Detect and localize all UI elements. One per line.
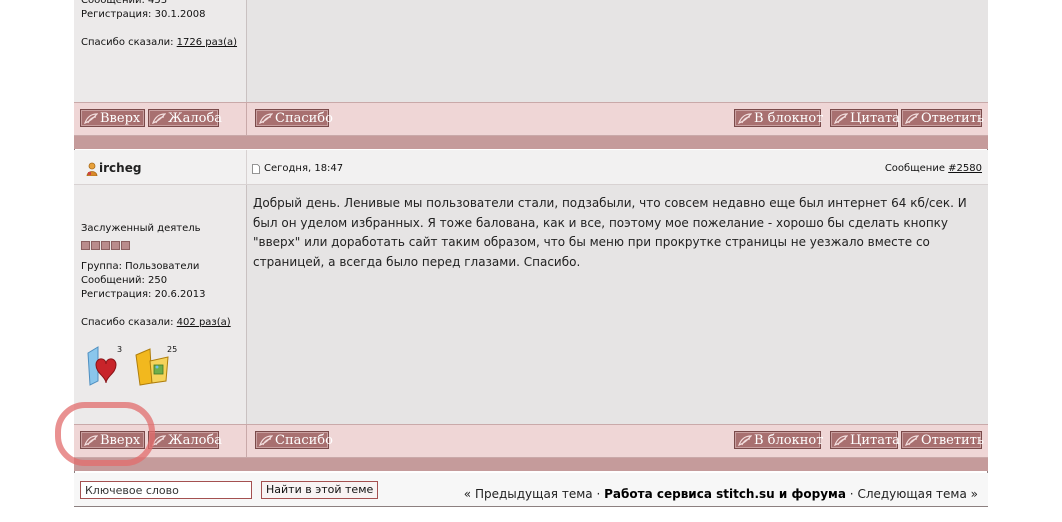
notebook-button-label: В блокнот — [754, 111, 824, 126]
leaf-icon — [905, 113, 919, 124]
complaint-button[interactable]: Жалоба — [148, 431, 223, 449]
up-button-label: Вверх — [100, 111, 141, 126]
post2-username[interactable]: ircheg — [99, 161, 141, 175]
header-separator — [246, 150, 247, 184]
complaint-button[interactable]: Жалоба — [148, 109, 223, 127]
notebook-button[interactable]: В блокнот — [734, 109, 824, 127]
nav-separator: · — [596, 487, 601, 501]
next-topic-link[interactable]: Следующая тема » — [857, 487, 978, 501]
reply-button-label: Ответить — [921, 433, 984, 448]
notebook-button[interactable]: В блокнот — [734, 431, 824, 449]
leaf-icon — [738, 435, 752, 446]
post-divider — [74, 458, 988, 471]
quote-button-label: Цитата — [850, 433, 900, 448]
thanks-button[interactable]: Спасибо — [255, 109, 333, 127]
topic-footer: Найти в этой теме « Предыдущая тема · Ра… — [74, 473, 988, 507]
document-icon — [252, 164, 260, 174]
rank-pips — [81, 235, 131, 254]
up-button-label: Вверх — [100, 433, 141, 448]
leaf-icon — [834, 113, 848, 124]
post2-header: ircheg Сегодня, 18:47 Сообщение #2580 — [74, 150, 988, 185]
reply-button-label: Ответить — [921, 111, 984, 126]
folder-award-icon — [135, 348, 169, 386]
rank-pip — [91, 241, 100, 250]
search-in-topic-button[interactable]: Найти в этой теме — [261, 481, 379, 499]
nav-separator: · — [849, 487, 854, 501]
post1-registration: Регистрация: 30.1.2008 — [81, 9, 206, 20]
forum-page: Сообщений: 453 Регистрация: 30.1.2008 Сп… — [74, 0, 988, 507]
post2-registration: Регистрация: 20.6.2013 — [81, 289, 206, 300]
complaint-button-label: Жалоба — [168, 111, 223, 126]
leaf-icon — [259, 113, 273, 124]
rank-pip — [81, 241, 90, 250]
post1-user-panel: Сообщений: 453 Регистрация: 30.1.2008 Сп… — [74, 0, 247, 102]
folder-award[interactable]: 25 — [134, 345, 178, 387]
post2-thanks-label: Спасибо сказали: — [81, 317, 174, 328]
leaf-icon — [259, 435, 273, 446]
post2-message-number: Сообщение #2580 — [885, 163, 982, 174]
post2-rank: Заслуженный деятель — [81, 223, 201, 234]
leaf-icon — [84, 113, 98, 124]
thanks-button-label: Спасибо — [275, 433, 333, 448]
message-number-label: Сообщение — [884, 163, 945, 174]
quote-button[interactable]: Цитата — [830, 431, 900, 449]
leaf-icon — [152, 113, 166, 124]
post2-button-bar: Вверх Жалоба Спасибо В блокнот Цитата От… — [74, 424, 988, 458]
rank-pip — [121, 241, 130, 250]
post2-thanks-link[interactable]: 402 раз(а) — [177, 317, 231, 328]
post2-group: Группа: Пользователи — [81, 261, 200, 272]
thanks-button[interactable]: Спасибо — [255, 431, 333, 449]
heart-award-icon — [87, 346, 117, 386]
complaint-button-label: Жалоба — [168, 433, 223, 448]
thanks-button-label: Спасибо — [275, 111, 333, 126]
rank-pip — [101, 241, 110, 250]
post2-messages: Сообщений: 250 — [81, 275, 168, 286]
message-number-link[interactable]: #2580 — [948, 163, 982, 174]
post2-thanks: Спасибо сказали: 402 раз(а) — [81, 316, 231, 330]
post-divider — [74, 136, 988, 149]
post1-button-bar: Вверх Жалоба Спасибо В блокнот Цитата От… — [74, 102, 988, 136]
up-button[interactable]: Вверх — [80, 431, 145, 449]
leaf-icon — [834, 435, 848, 446]
post1-thanks-link[interactable]: 1726 раз(а) — [177, 37, 237, 48]
post1-messages: Сообщений: 453 — [81, 0, 168, 6]
reply-button[interactable]: Ответить — [901, 109, 984, 127]
post1-thanks-label: Спасибо сказали: — [81, 37, 174, 48]
quote-button-label: Цитата — [850, 111, 900, 126]
rank-pip — [111, 241, 120, 250]
heart-award-count: 3 — [117, 345, 123, 354]
heart-award[interactable]: 3 — [84, 345, 124, 387]
post2-date: Сегодня, 18:47 — [264, 163, 344, 174]
leaf-icon — [905, 435, 919, 446]
user-icon — [86, 162, 98, 176]
post1-content — [247, 0, 988, 102]
post2-user-panel: Заслуженный деятель Группа: Пользователи… — [74, 185, 247, 424]
current-topic-link[interactable]: Работа сервиса stitch.su и форума — [604, 487, 846, 501]
prev-topic-link[interactable]: « Предыдущая тема — [464, 487, 593, 501]
leaf-icon — [84, 435, 98, 446]
post1-thanks: Спасибо сказали: 1726 раз(а) — [81, 36, 237, 50]
post2-message-text: Добрый день. Ленивые мы пользователи ста… — [253, 196, 967, 269]
leaf-icon — [152, 435, 166, 446]
reply-button[interactable]: Ответить — [901, 431, 984, 449]
up-button[interactable]: Вверх — [80, 109, 145, 127]
quote-button[interactable]: Цитата — [830, 109, 900, 127]
search-input[interactable] — [80, 481, 252, 499]
folder-award-count: 25 — [167, 345, 178, 354]
leaf-icon — [738, 113, 752, 124]
topic-navigation: « Предыдущая тема · Работа сервиса stitc… — [464, 487, 978, 501]
notebook-button-label: В блокнот — [754, 433, 824, 448]
